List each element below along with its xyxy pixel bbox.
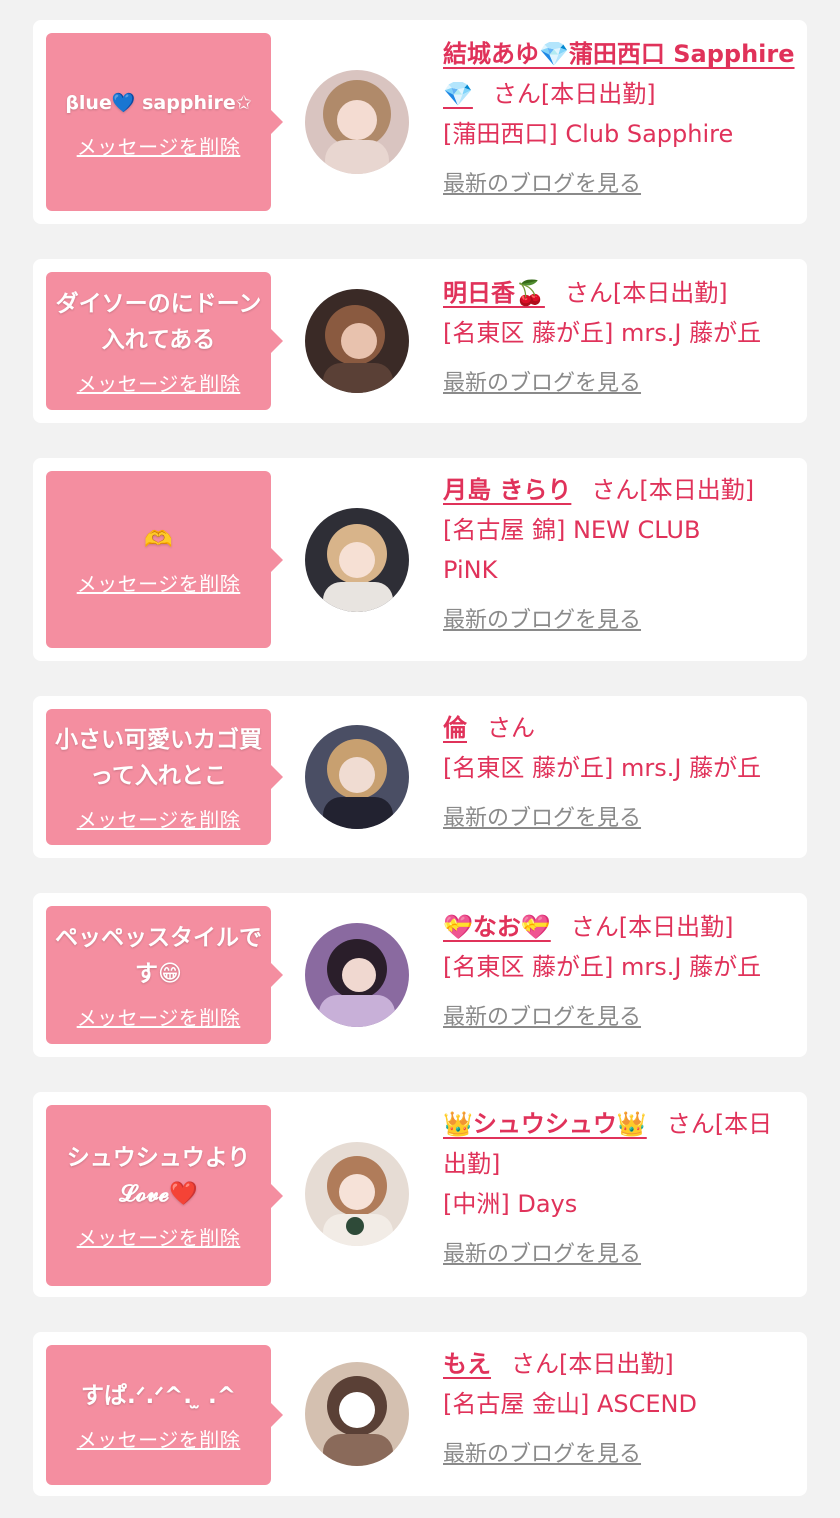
profile-photo-icon [305,923,409,1027]
delete-message-link[interactable]: メッセージを削除 [77,1222,241,1251]
latest-blog-link[interactable]: 最新のブログを見る [443,166,641,198]
delete-message-link[interactable]: メッセージを削除 [77,1002,241,1031]
latest-blog-link[interactable]: 最新のブログを見る [443,800,641,832]
girl-name-link[interactable]: 👑シュウシュウ👑 [443,1110,647,1138]
profile-photo-icon [305,1362,409,1466]
girl-name-link[interactable]: 月島 きらり [443,476,571,504]
latest-blog-link[interactable]: 最新のブログを見る [443,999,641,1031]
girl-info: 明日香🍒 さん[本日出勤] [名東区 藤が丘] mrs.J 藤が丘 最新のブログを… [443,273,795,397]
avatar[interactable] [305,70,409,174]
profile-photo-icon [305,508,409,612]
message-text: ダイソーのにドーン入れてある [55,290,262,353]
shop-name: [名東区 藤が丘] mrs.J 藤が丘 [443,754,762,782]
avatar[interactable] [305,923,409,1027]
shop-name: [名古屋 金山] ASCEND [443,1390,697,1418]
delete-message-link[interactable]: メッセージを削除 [77,131,241,160]
girl-info: 結城あゆ💎蒲田西口 Sapphire💎 さん[本日出勤] [蒲田西口] Club … [443,34,795,198]
honorific-status: さん[本日出勤] [511,1350,674,1378]
girl-name-link[interactable]: 倫 [443,714,467,742]
message-bubble: 小さい可愛いカゴ買って入れとこ メッセージを削除 [46,709,283,845]
message-list: βlue💙 sapphire✩ メッセージを削除 結城あゆ💎蒲田西口 Sapph… [0,0,840,1518]
latest-blog-link[interactable]: 最新のブログを見る [443,365,641,397]
girl-name-link[interactable]: 💝なお💝 [443,913,551,941]
message-text: シュウシュウより 𝓛𝓸𝓿𝓮❤️ [66,1145,251,1207]
message-text: βlue💙 sapphire✩ [65,91,252,114]
latest-blog-link[interactable]: 最新のブログを見る [443,1236,641,1268]
girl-info: 👑シュウシュウ👑 さん[本日出勤] [中洲] Days 最新のブログを見る [443,1104,795,1268]
shop-name: [名古屋 錦] NEW CLUB PiNK [443,516,701,584]
honorific-status: さん[本日出勤] [591,476,755,504]
message-bubble: シュウシュウより 𝓛𝓸𝓿𝓮❤️ メッセージを削除 [46,1105,283,1286]
profile-photo-icon [305,1142,409,1246]
girl-name-link[interactable]: もえ [443,1350,491,1378]
message-bubble: ダイソーのにドーン入れてある メッセージを削除 [46,272,283,410]
latest-blog-link[interactable]: 最新のブログを見る [443,1436,641,1468]
message-bubble: ペッペッスタイルです😁 メッセージを削除 [46,906,283,1044]
avatar[interactable] [305,289,409,393]
avatar[interactable] [305,1142,409,1246]
message-bubble: すぱ.ᐟ.ᐟ^. ̫ .^ メッセージを削除 [46,1345,283,1485]
profile-photo-icon [305,289,409,393]
delete-message-link[interactable]: メッセージを削除 [77,568,241,597]
message-text: すぱ.ᐟ.ᐟ^. ̫ .^ [80,1382,237,1409]
avatar[interactable] [305,1362,409,1466]
delete-message-link[interactable]: メッセージを削除 [77,1424,241,1453]
message-card: ダイソーのにドーン入れてある メッセージを削除 明日香🍒 さん[本日出勤] [名東… [33,259,807,423]
profile-photo-icon [305,725,409,829]
girl-name-link[interactable]: 明日香🍒 [443,279,545,307]
message-text: 🫶 [144,527,173,553]
message-bubble: βlue💙 sapphire✩ メッセージを削除 [46,33,283,211]
profile-photo-icon [305,70,409,174]
honorific-status: さん[本日出勤] [564,279,728,307]
shop-name: [名東区 藤が丘] mrs.J 藤が丘 [443,319,762,347]
girl-info: 倫さん [名東区 藤が丘] mrs.J 藤が丘 最新のブログを見る [443,708,795,832]
message-card: 小さい可愛いカゴ買って入れとこ メッセージを削除 倫さん [名東区 藤が丘] m… [33,696,807,858]
delete-message-link[interactable]: メッセージを削除 [77,368,241,397]
avatar[interactable] [305,725,409,829]
honorific-status: さん[本日出勤] [492,80,656,108]
honorific-status: さん [487,714,535,742]
message-text: 小さい可愛いカゴ買って入れとこ [55,726,262,789]
message-card: すぱ.ᐟ.ᐟ^. ̫ .^ メッセージを削除 もえ さん[本日出勤] [名古屋 金… [33,1332,807,1496]
message-text: ペッペッスタイルです😁 [55,924,262,987]
avatar[interactable] [305,508,409,612]
shop-name: [蒲田西口] Club Sapphire [443,120,734,148]
message-card: 🫶 メッセージを削除 月島 きらり さん[本日出勤] [名古屋 錦] NEW CL… [33,458,807,661]
shop-name: [中洲] Days [443,1190,578,1218]
girl-info: もえ さん[本日出勤] [名古屋 金山] ASCEND 最新のブログを見る [443,1344,795,1468]
message-card: βlue💙 sapphire✩ メッセージを削除 結城あゆ💎蒲田西口 Sapph… [33,20,807,224]
message-card: ペッペッスタイルです😁 メッセージを削除 💝なお💝 さん[本日出勤] [名東区 藤… [33,893,807,1057]
honorific-status: さん[本日出勤] [570,913,734,941]
message-card: シュウシュウより 𝓛𝓸𝓿𝓮❤️ メッセージを削除 👑シュウシュウ👑 さん[本日出勤… [33,1092,807,1297]
delete-message-link[interactable]: メッセージを削除 [77,804,241,833]
girl-info: 月島 きらり さん[本日出勤] [名古屋 錦] NEW CLUB PiNK 最新の… [443,470,795,634]
girl-info: 💝なお💝 さん[本日出勤] [名東区 藤が丘] mrs.J 藤が丘 最新のブログを… [443,907,795,1031]
latest-blog-link[interactable]: 最新のブログを見る [443,602,641,634]
shop-name: [名東区 藤が丘] mrs.J 藤が丘 [443,953,762,981]
message-bubble: 🫶 メッセージを削除 [46,471,283,648]
